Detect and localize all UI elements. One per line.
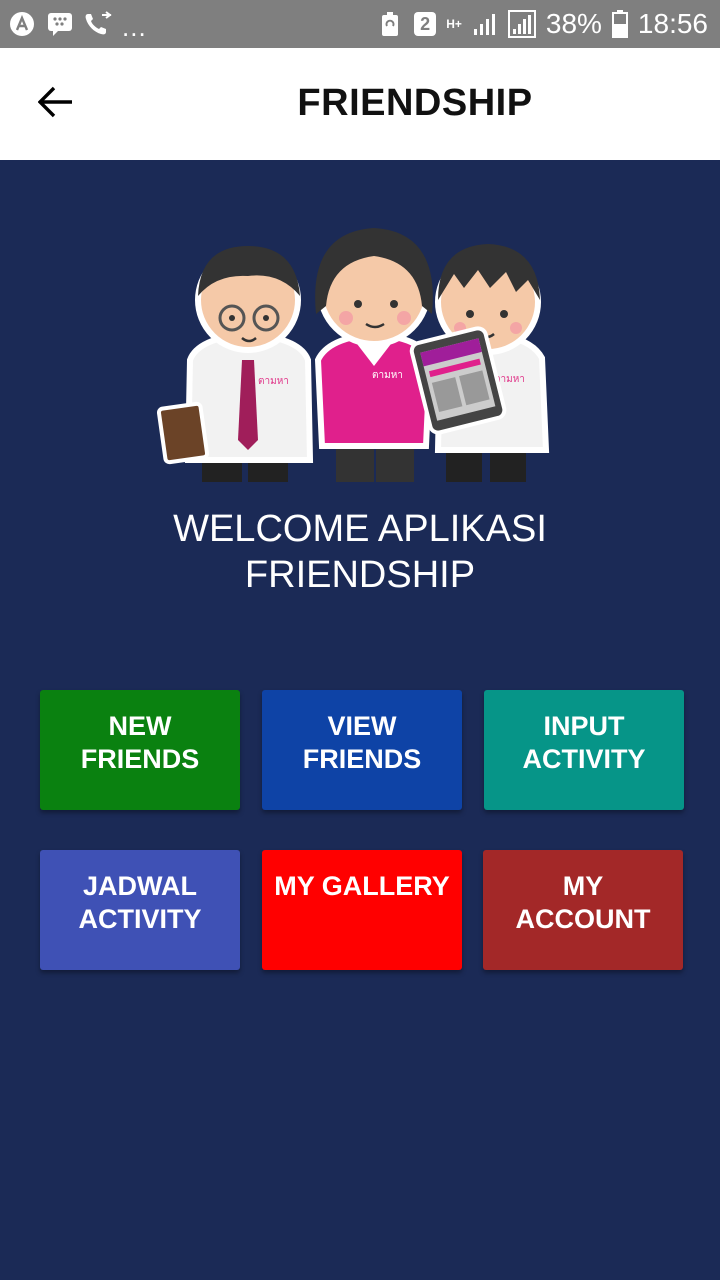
new-friends-button[interactable]: NEW FRIENDS <box>40 690 240 810</box>
view-friends-button[interactable]: VIEW FRIENDS <box>262 690 462 810</box>
wifi-call-icon <box>84 10 112 38</box>
sim-badge: 2 <box>414 12 437 36</box>
jadwal-activity-button[interactable]: JADWAL ACTIVITY <box>40 850 240 970</box>
clock: 18:56 <box>637 8 708 39</box>
status-bar-left: ... <box>8 6 147 43</box>
tile-label-line1: MY GALLERY <box>274 871 450 901</box>
welcome-line-2: FRIENDSHIP <box>244 554 476 596</box>
tile-label-line2: ACTIVITY <box>78 904 202 934</box>
my-account-button[interactable]: MY ACCOUNT <box>483 850 683 970</box>
input-activity-button[interactable]: INPUT ACTIVITY <box>484 690 684 810</box>
tile-label-line2: FRIENDS <box>302 744 422 774</box>
tile-label-line1: JADWAL <box>83 871 197 901</box>
tile-label-line2: FRIENDS <box>80 744 200 774</box>
arrow-back-icon <box>37 86 74 123</box>
signal-icon-2 <box>507 10 536 38</box>
tile-label-line1: INPUT <box>543 711 625 741</box>
welcome-text: WELCOME APLIKASI FRIENDSHIP <box>100 506 620 598</box>
three-cartoon-students-illustration: ตามหา ตามหา ตามหา <box>150 210 570 482</box>
tile-label-line1: VIEW <box>327 711 397 741</box>
back-button[interactable] <box>20 74 92 134</box>
battery-saver-icon <box>376 10 404 38</box>
battery-percent: 38% <box>545 8 602 39</box>
svg-text:ตามหา: ตามหา <box>372 370 403 381</box>
bbm-icon <box>46 10 74 38</box>
page-title: FRIENDSHIP <box>297 82 533 124</box>
status-bar: ... 2 H+ 38% 18:56 <box>0 0 720 48</box>
battery-icon <box>611 10 628 38</box>
app-bar: FRIENDSHIP <box>0 48 720 160</box>
android-icon <box>8 10 36 38</box>
svg-text:ตามหา: ตามหา <box>258 376 289 387</box>
my-gallery-button[interactable]: MY GALLERY <box>262 850 462 970</box>
tile-label-line1: NEW <box>108 711 172 741</box>
tile-label-line1: MY <box>562 871 604 901</box>
tile-label-line2: ACTIVITY <box>522 744 646 774</box>
network-type: H+ <box>446 17 462 31</box>
tile-label-line2: ACCOUNT <box>515 904 651 934</box>
status-overflow: ... <box>122 11 147 42</box>
status-bar-right: 2 H+ 38% 18:56 <box>376 8 708 40</box>
signal-icon <box>472 10 498 38</box>
welcome-line-1: WELCOME APLIKASI <box>173 508 547 550</box>
